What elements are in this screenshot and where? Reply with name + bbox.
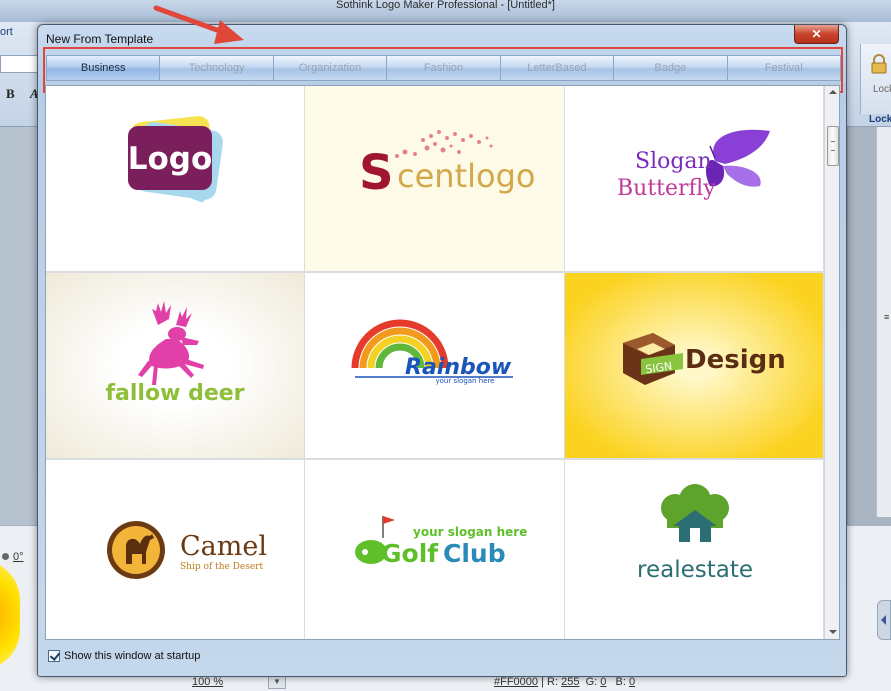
app-titlebar: Sothink Logo Maker Professional - [Untit… (0, 0, 891, 22)
color-r-label: R: (547, 676, 559, 688)
deer-template-art: fallow deer (105, 301, 245, 406)
design-text: Design (685, 345, 786, 375)
template-logo[interactable]: Logo (46, 86, 304, 271)
design-template-art: SIGN Design (623, 333, 786, 385)
left-toolbar (0, 127, 38, 527)
scentlogo-initial: S (359, 145, 394, 201)
color-b-label: B: (615, 676, 626, 688)
golf-slogan: your slogan here (413, 525, 527, 539)
color-b: 0 (629, 676, 636, 688)
rainbow-template-art: Rainbow your slogan here (351, 319, 513, 385)
color-g: 0 (600, 676, 607, 688)
template-rainbow[interactable]: Rainbow your slogan here (305, 273, 564, 458)
template-realestate[interactable]: realestate (565, 460, 823, 639)
template-sign-design[interactable]: SIGN Design (565, 273, 823, 458)
color-info: #FF0000 | R: 255 G: 0 B: 0 (494, 676, 636, 688)
angle-dot-icon (2, 553, 9, 560)
deer-text: fallow deer (105, 381, 244, 406)
color-r: 255 (561, 676, 580, 688)
scroll-down-icon[interactable] (829, 630, 837, 634)
lock-group-label: Lock (869, 114, 891, 125)
golf-part2: Club (443, 539, 506, 568)
scentlogo-rest: centlogo (397, 157, 535, 195)
show-at-startup-checkbox[interactable] (48, 650, 60, 662)
golf-part1: Golf (381, 539, 439, 568)
scentlogo-template-art: S centlogo (359, 130, 535, 201)
template-gallery: Logo S centlogo Slogan Butterfly fallow … (45, 85, 840, 640)
scroll-up-icon[interactable] (829, 90, 837, 94)
butterfly-template-art: Slogan Butterfly (617, 129, 770, 201)
angle-control[interactable]: 0° (2, 551, 24, 563)
color-hex: #FF0000 (494, 676, 539, 688)
template-grid: Logo S centlogo Slogan Butterfly fallow … (46, 86, 824, 639)
color-g-label: G: (585, 676, 598, 688)
template-golfclub[interactable]: your slogan here Golf Club (305, 460, 564, 639)
scroll-thumb[interactable] (827, 126, 839, 166)
template-fallow-deer[interactable]: fallow deer (46, 273, 304, 458)
dialog-title: New From Template (46, 32, 154, 46)
gallery-scrollbar[interactable] (824, 86, 839, 639)
bold-button[interactable]: B (6, 86, 15, 102)
rainbow-slogan: your slogan here (435, 377, 494, 385)
camel-slogan: Ship of the Desert (180, 562, 263, 572)
template-slogan-butterfly[interactable]: Slogan Butterfly (565, 86, 823, 271)
zoom-level[interactable]: 100 % (192, 676, 223, 688)
template-camel[interactable]: Camel Ship of the Desert (46, 460, 304, 639)
zoom-value: 100 % (192, 676, 224, 688)
side-panel-toggle[interactable] (877, 600, 891, 640)
angle-value: 0° (13, 551, 24, 563)
camel-text: Camel (180, 531, 267, 562)
lock-button-label: Lock (873, 84, 891, 95)
font-field[interactable] (0, 55, 38, 73)
startup-option: Show this window at startup (48, 648, 200, 664)
show-at-startup-label: Show this window at startup (64, 650, 201, 662)
golfclub-template-art: your slogan here Golf Club (355, 516, 527, 568)
butterfly-line2: Butterfly (617, 176, 716, 201)
new-from-template-dialog: New From Template ✕ Business Technology … (37, 24, 847, 677)
logo-text: Logo (128, 141, 213, 177)
realestate-template-art: realestate (637, 484, 753, 583)
lock-button[interactable]: Lock Lock (860, 44, 891, 125)
realestate-text: realestate (637, 557, 753, 583)
lock-icon (871, 54, 887, 74)
close-button[interactable]: ✕ (794, 25, 839, 44)
annotation-arrow-icon (153, 5, 244, 44)
template-scentlogo[interactable]: S centlogo (305, 86, 564, 271)
scroll-grip-icon: ≡ (884, 312, 890, 322)
app-title: Sothink Logo Maker Professional - [Untit… (336, 0, 555, 11)
canvas-scrollbar[interactable] (876, 127, 891, 517)
ribbon-tab-export[interactable]: ort (0, 26, 13, 38)
camel-template-art: Camel Ship of the Desert (107, 521, 267, 579)
butterfly-line1: Slogan (635, 149, 712, 174)
logo-template-art: Logo (128, 116, 223, 203)
